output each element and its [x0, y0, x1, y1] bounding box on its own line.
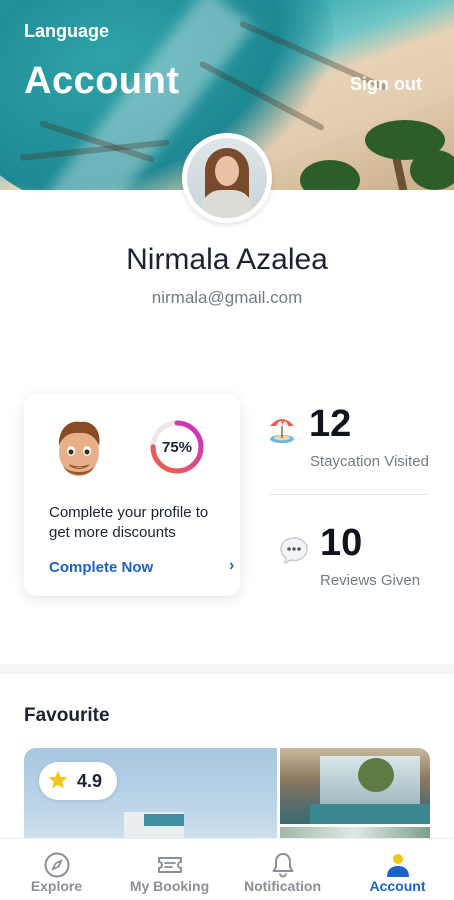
staycation-count: 12	[309, 403, 352, 445]
nav-notification[interactable]: Notification	[226, 839, 339, 900]
beach-umbrella-icon	[270, 419, 294, 443]
ticket-icon	[157, 857, 182, 873]
memoji-avatar-icon	[58, 421, 100, 476]
favourite-thumb-image[interactable]	[280, 748, 430, 824]
profile-completion-card[interactable]: 75% Complete your profile to get more di…	[24, 394, 240, 596]
reviews-count: 10	[320, 522, 363, 564]
nav-explore[interactable]: Explore	[0, 839, 113, 900]
profile-card-message: Complete your profile to get more discou…	[49, 504, 209, 541]
sign-out-button[interactable]: Sign out	[350, 74, 422, 95]
nav-account-label: Account	[369, 878, 426, 894]
bottom-nav: Explore My Booking Notification Account	[0, 838, 454, 900]
nav-my-booking-label: My Booking	[129, 878, 210, 894]
star-icon	[48, 770, 68, 789]
complete-now-link[interactable]: Complete Now	[49, 559, 153, 576]
stats-divider	[270, 494, 428, 495]
rating-badge: 4.9	[39, 762, 117, 800]
section-divider	[0, 664, 454, 674]
nav-notification-label: Notification	[244, 878, 321, 894]
progress-percent: 75%	[161, 439, 193, 456]
user-email: nirmala@gmail.com	[151, 288, 303, 307]
favourite-heading: Favourite	[24, 705, 110, 726]
compass-icon	[44, 852, 69, 878]
rating-value: 4.9	[77, 771, 103, 791]
staycation-label: Staycation Visited	[310, 453, 429, 470]
bell-icon	[272, 853, 293, 878]
nav-explore-label: Explore	[30, 878, 83, 894]
profile-photo	[187, 138, 267, 218]
reviews-label: Reviews Given	[320, 572, 421, 589]
page-title: Account	[24, 60, 180, 102]
palm-tree	[300, 160, 360, 190]
chevron-right-icon[interactable]: ›	[229, 557, 234, 575]
palm-tree	[410, 150, 454, 190]
user-icon	[386, 854, 409, 877]
language-link[interactable]: Language	[24, 21, 109, 42]
speech-bubble-icon	[280, 537, 308, 565]
nav-account[interactable]: Account	[341, 839, 454, 900]
avatar[interactable]	[182, 133, 272, 223]
nav-my-booking[interactable]: My Booking	[113, 839, 226, 900]
user-name: Nirmala Azalea	[126, 243, 328, 276]
